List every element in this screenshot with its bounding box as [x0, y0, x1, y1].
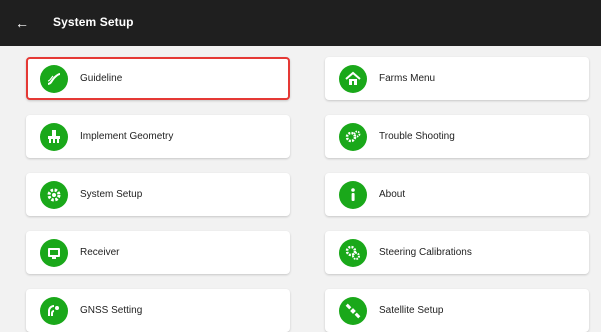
menu-item-label: Guideline [80, 73, 123, 84]
menu-item-satellite-setup[interactable]: Satellite Setup [325, 289, 589, 332]
menu-item-label: System Setup [80, 189, 143, 200]
house-icon [339, 64, 367, 93]
menu-item-trouble-shooting[interactable]: Trouble Shooting [325, 115, 589, 158]
implement-geometry-icon [40, 122, 68, 151]
menu-item-label: GNSS Setting [80, 305, 143, 316]
page-title: System Setup [53, 15, 134, 29]
menu-item-label: Farms Menu [379, 73, 436, 84]
steering-gears-icon [339, 238, 367, 267]
receiver-icon [40, 238, 68, 267]
guideline-curve-icon [40, 64, 68, 93]
menu-item-receiver[interactable]: Receiver [26, 231, 290, 274]
menu-item-label: About [379, 189, 406, 200]
gnss-antenna-icon [40, 296, 68, 325]
menu-item-label: Implement Geometry [80, 131, 174, 142]
satellite-icon [339, 296, 367, 325]
menu-item-guideline[interactable]: Guideline [26, 57, 290, 100]
info-icon [339, 180, 367, 209]
top-app-bar: ← System Setup [0, 0, 601, 46]
menu-item-about[interactable]: About [325, 173, 589, 216]
menu-item-label: Steering Calibrations [379, 247, 472, 258]
menu-item-label: Trouble Shooting [379, 131, 455, 142]
menu-item-label: Satellite Setup [379, 305, 444, 316]
back-arrow-icon[interactable]: ← [13, 14, 31, 32]
gear-icon [40, 180, 68, 209]
gears-icon [339, 122, 367, 151]
menu-item-steering-calibrations[interactable]: Steering Calibrations [325, 231, 589, 274]
menu-item-label: Receiver [80, 247, 120, 258]
menu-item-system-setup[interactable]: System Setup [26, 173, 290, 216]
menu-item-gnss-setting[interactable]: GNSS Setting [26, 289, 290, 332]
menu-item-farms-menu[interactable]: Farms Menu [325, 57, 589, 100]
menu-item-implement-geometry[interactable]: Implement Geometry [26, 115, 290, 158]
